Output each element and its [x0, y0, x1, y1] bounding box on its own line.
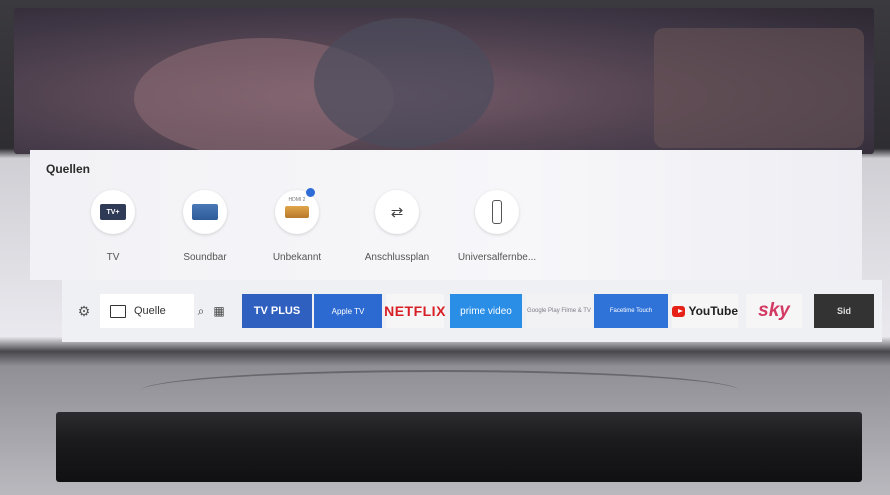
source-button-label: Quelle [134, 305, 166, 317]
app-tile-prime-video[interactable]: prime video [450, 294, 522, 328]
youtube-label: YouTube [688, 304, 738, 318]
tv-icon: TV+ [100, 204, 126, 220]
connected-badge [306, 188, 315, 197]
app-tile-apple-tv[interactable]: Apple TV [314, 294, 382, 328]
remote-icon [492, 200, 502, 224]
screen-image-blob [314, 18, 494, 148]
search-icon[interactable]: ⌕ [194, 294, 208, 328]
tv-screen-content [14, 8, 874, 158]
tv-stand [140, 370, 740, 412]
screen-image-blob [654, 28, 864, 148]
source-label: Anschlussplan [364, 252, 430, 263]
app-tile-tv-plus[interactable]: TV PLUS [242, 294, 312, 328]
source-label: Universalfernbe... [457, 252, 537, 263]
youtube-logo-icon [672, 305, 686, 317]
app-tile-sky[interactable]: sky [746, 294, 802, 328]
soundbar-icon [192, 204, 218, 220]
app-dock: ⚙ Quelle ⌕ ▦ TV PLUS Apple TV NETFLIX pr… [62, 280, 882, 342]
sources-panel: Quellen TV+ TV Soundbar HDMI 2 Unbekannt… [30, 150, 862, 280]
app-tile-sid[interactable]: Sid [814, 294, 874, 328]
source-icon [110, 304, 126, 318]
connection-plan-icon: ⇄ [390, 204, 404, 221]
app-tile-facetime[interactable]: Facetime Touch [594, 294, 668, 328]
app-tile-netflix[interactable]: NETFLIX [384, 294, 445, 328]
source-button[interactable]: Quelle [100, 294, 194, 328]
hdmi-icon [285, 206, 309, 218]
app-tile-google-play[interactable]: Google Play Filme & TV [526, 294, 592, 328]
source-unbekannt[interactable]: HDMI 2 Unbekannt [242, 188, 352, 263]
apps-grid-icon[interactable]: ▦ [212, 294, 226, 328]
source-label: Unbekannt [272, 252, 322, 263]
source-universal-remote[interactable]: Universalfernbe... [442, 190, 552, 263]
panel-title: Quellen [46, 162, 91, 176]
gear-icon[interactable]: ⚙ [74, 294, 94, 328]
soundbar-device [56, 412, 862, 482]
app-tile-youtube[interactable]: YouTube [672, 294, 738, 328]
source-anschlussplan[interactable]: ⇄ Anschlussplan [342, 190, 452, 263]
hdmi-tag: HDMI 2 [288, 197, 306, 203]
